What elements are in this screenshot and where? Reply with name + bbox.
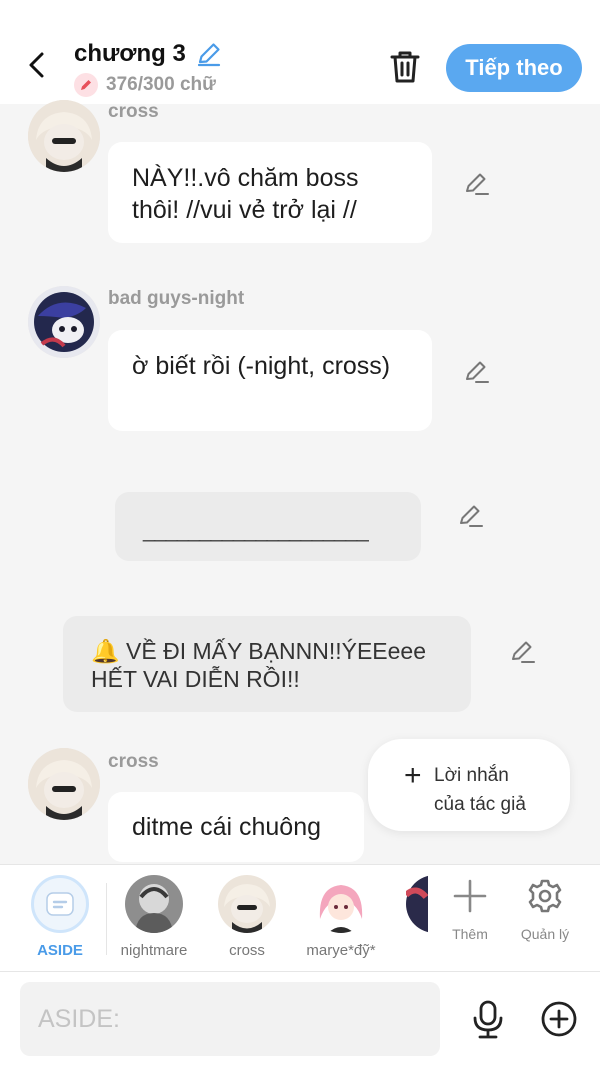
trash-icon [390, 51, 420, 83]
character-cross[interactable]: cross [218, 875, 276, 959]
message-sender: bad guys-night [108, 288, 245, 309]
plus-icon [453, 879, 487, 913]
edit-message-icon[interactable] [462, 170, 490, 198]
author-note-button[interactable]: + Lời nhắn của tác giả [368, 739, 570, 831]
avatar [312, 875, 370, 933]
word-count: 376/300 chữ [106, 74, 216, 95]
message-bubble[interactable]: NÀY!!.vô chăm boss thôi! //vui vẻ trở lạ… [108, 142, 432, 243]
edit-message-icon[interactable] [462, 358, 490, 386]
message-bubble[interactable]: ditme cái chuông [108, 792, 364, 862]
character-label: ASIDE [37, 942, 83, 959]
character-bar: ASIDE nightmare cross marye*đỹ* Thêm Quả… [0, 864, 600, 972]
edit-title-icon[interactable] [196, 41, 222, 67]
character-label: cross [229, 942, 265, 959]
message-sender: cross [108, 751, 159, 772]
chapter-title-group: chương 3 [74, 40, 222, 68]
add-media-button[interactable] [540, 1000, 578, 1038]
plus-icon: + [404, 759, 422, 792]
author-note-label: Lời nhắn của tác giả [434, 765, 526, 815]
avatar-cross[interactable] [28, 100, 100, 172]
message-input[interactable] [20, 982, 440, 1056]
pencil-icon [74, 73, 98, 97]
microphone-icon [473, 1000, 503, 1039]
aside-avatar-icon [31, 875, 89, 933]
next-button[interactable]: Tiếp theo [446, 44, 582, 92]
delete-button[interactable] [386, 48, 424, 86]
avatar [218, 875, 276, 933]
character-label: nightmare [120, 942, 188, 959]
aside-text: ____________________ [143, 517, 369, 542]
character-label: marye*đỹ* [306, 942, 376, 959]
word-count-row: 376/300 chữ [74, 73, 216, 97]
avatar [125, 875, 183, 933]
message-sender: cross [108, 101, 159, 122]
manage-characters-button[interactable]: Quản lý [515, 879, 575, 942]
composer [0, 972, 600, 1067]
character-aside[interactable]: ASIDE [30, 875, 90, 959]
add-character-button[interactable]: Thêm [446, 879, 494, 942]
character-marye[interactable]: marye*đỹ* [302, 875, 380, 959]
avatar-bad-guys-night[interactable] [28, 286, 100, 358]
avatar-cross[interactable] [28, 748, 100, 820]
character-nightmare[interactable]: nightmare [120, 875, 188, 959]
character-partial-avatar[interactable] [406, 875, 428, 933]
chapter-title: chương 3 [74, 40, 186, 67]
voice-button[interactable] [470, 1000, 506, 1040]
aside-text: 🔔 VỀ ĐI MẤY BẠNNN!!ÝEEeee HẾT VAI DIỄN R… [91, 638, 426, 692]
gear-icon [528, 879, 562, 913]
back-button[interactable] [22, 50, 52, 80]
manage-label: Quản lý [520, 926, 570, 942]
plus-circle-icon [541, 1001, 577, 1037]
message-bubble[interactable]: ờ biết rồi (-night, cross) [108, 330, 432, 431]
edit-aside-icon[interactable] [456, 502, 484, 530]
add-label: Thêm [452, 926, 488, 942]
top-bar: chương 3 376/300 chữ Tiếp theo [0, 0, 600, 104]
divider [106, 883, 107, 955]
edit-aside-icon[interactable] [508, 638, 536, 666]
chevron-left-icon [29, 52, 44, 78]
